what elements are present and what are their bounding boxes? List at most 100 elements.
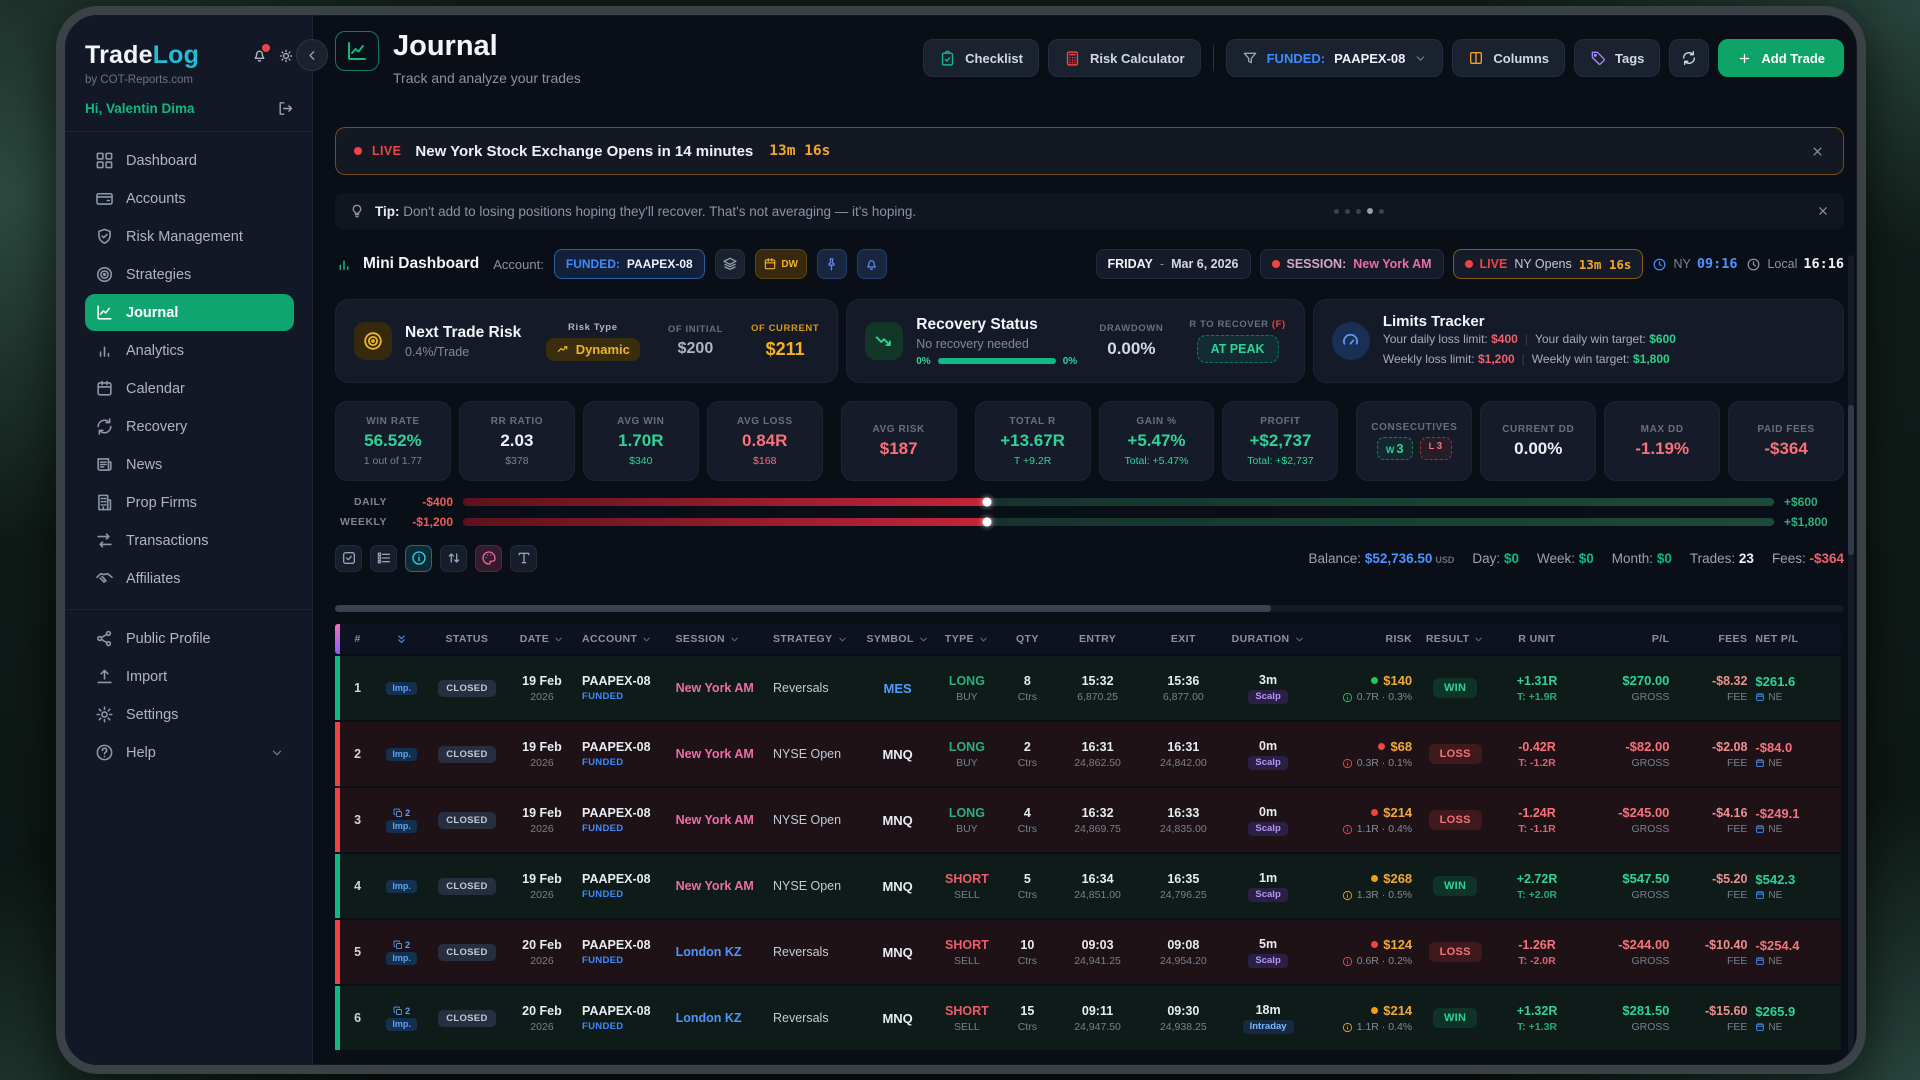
sortud-button[interactable] xyxy=(440,545,467,572)
checklist-button[interactable]: Checklist xyxy=(923,39,1039,77)
scrollbar-thumb[interactable] xyxy=(335,605,1271,612)
column-header-exit[interactable]: EXIT xyxy=(1141,633,1225,645)
column-header-fees[interactable]: FEES xyxy=(1673,633,1751,645)
palette-button[interactable] xyxy=(475,545,502,572)
ny-opens-pill: LIVENY Opens13m 16s xyxy=(1453,249,1644,279)
risk-dot xyxy=(1371,809,1378,816)
theme-sun-icon[interactable] xyxy=(278,48,294,64)
cell: SHORTSELL xyxy=(933,1004,1001,1033)
cell: -1.24RT: -1.1R xyxy=(1494,806,1580,835)
cell: 6 xyxy=(340,1011,375,1025)
date-pill: FRIDAY-Mar 6, 2026 xyxy=(1096,249,1251,279)
tip-label: Tip: xyxy=(375,204,400,219)
sidebar-item-journal[interactable]: Journal xyxy=(85,294,294,331)
alerts-button[interactable] xyxy=(857,249,887,279)
vertical-scrollbar[interactable] xyxy=(1848,255,1854,1055)
sidebar-collapse-button[interactable] xyxy=(296,39,328,71)
risk-calculator-button[interactable]: Risk Calculator xyxy=(1048,39,1201,77)
trade-row[interactable]: 62Imp.CLOSED20 Feb2026PAAPEX-08FUNDEDLon… xyxy=(335,986,1841,1050)
logout-icon[interactable] xyxy=(277,100,294,117)
trade-row[interactable]: 1Imp.CLOSED19 Feb2026PAAPEX-08FUNDEDNew … xyxy=(335,656,1841,720)
sidebar-item-public-profile[interactable]: Public Profile xyxy=(85,620,294,657)
column-header-status[interactable]: STATUS xyxy=(428,633,506,645)
tip-pagination-dots[interactable] xyxy=(1334,208,1384,214)
sidebar-item-recovery[interactable]: Recovery xyxy=(85,408,294,445)
column-header-account[interactable]: ACCOUNT xyxy=(578,633,672,645)
sidebar-item-risk-management[interactable]: Risk Management xyxy=(85,218,294,255)
column-header-duration[interactable]: DURATION xyxy=(1225,633,1311,645)
daily-weekly-button[interactable]: DW xyxy=(755,249,807,279)
sidebar-item-transactions[interactable]: Transactions xyxy=(85,522,294,559)
column-header-r-unit[interactable]: R UNIT xyxy=(1494,633,1580,645)
tip-dot[interactable] xyxy=(1334,209,1339,214)
sidebar-item-settings[interactable]: Settings xyxy=(85,696,294,733)
account-badge[interactable]: FUNDED:PAAPEX-08 xyxy=(554,249,705,279)
columns-button[interactable]: Columns xyxy=(1452,39,1565,77)
cell: PAAPEX-08FUNDED xyxy=(578,806,672,834)
sidebar-item-news[interactable]: News xyxy=(85,446,294,483)
pin-button[interactable] xyxy=(817,249,847,279)
column-header-expand[interactable] xyxy=(375,633,428,646)
trade-row[interactable]: 52Imp.CLOSED20 Feb2026PAAPEX-08FUNDEDLon… xyxy=(335,920,1841,984)
column-header-symbol[interactable]: SYMBOL xyxy=(862,633,932,645)
tip-dot[interactable] xyxy=(1367,208,1373,214)
sidebar-item-label: Public Profile xyxy=(126,631,211,647)
trade-row[interactable]: 32Imp.CLOSED19 Feb2026PAAPEX-08FUNDEDNew… xyxy=(335,788,1841,852)
trade-row[interactable]: 2Imp.CLOSED19 Feb2026PAAPEX-08FUNDEDNew … xyxy=(335,722,1841,786)
textsize-button[interactable] xyxy=(510,545,537,572)
tags-button[interactable]: Tags xyxy=(1574,39,1660,77)
page-subtitle: Track and analyze your trades xyxy=(393,70,581,86)
risk-type-badge[interactable]: Dynamic xyxy=(546,338,640,361)
tip-dot[interactable] xyxy=(1345,209,1350,214)
sidebar-item-help[interactable]: Help xyxy=(85,734,294,771)
refresh-button[interactable] xyxy=(1669,39,1709,77)
share-icon xyxy=(95,629,114,648)
user-greeting: Hi, Valentin Dima xyxy=(85,101,195,116)
cell: 09:0324,941.25 xyxy=(1054,938,1142,967)
checksq-button[interactable] xyxy=(335,545,362,572)
sidebar-item-accounts[interactable]: Accounts xyxy=(85,180,294,217)
sidebar-item-strategies[interactable]: Strategies xyxy=(85,256,294,293)
shield-icon xyxy=(95,227,114,246)
column-header-#[interactable]: # xyxy=(340,633,375,645)
column-header-strategy[interactable]: STRATEGY xyxy=(769,633,863,645)
layers-button[interactable] xyxy=(715,249,745,279)
horizontal-scrollbar[interactable] xyxy=(335,605,1844,612)
sidebar-item-prop-firms[interactable]: Prop Firms xyxy=(85,484,294,521)
column-header-qty[interactable]: QTY xyxy=(1001,633,1054,645)
notifications-bell-icon[interactable] xyxy=(251,47,268,64)
duration-badge: Scalp xyxy=(1248,756,1287,770)
listcfg-button[interactable] xyxy=(370,545,397,572)
session-pill: SESSION:New York AM xyxy=(1260,249,1444,279)
column-header-session[interactable]: SESSION xyxy=(672,633,769,645)
trend-down-icon xyxy=(865,322,903,360)
cell: Reversals xyxy=(769,945,863,959)
row-result-indicator xyxy=(335,722,340,786)
column-header-net-p-l[interactable]: NET P/L xyxy=(1751,633,1841,645)
close-icon[interactable] xyxy=(1810,144,1825,159)
sidebar-item-dashboard[interactable]: Dashboard xyxy=(85,142,294,179)
cell: -$254.4NE xyxy=(1751,938,1841,967)
building-icon xyxy=(95,493,114,512)
trade-row[interactable]: 4Imp.CLOSED19 Feb2026PAAPEX-08FUNDEDNew … xyxy=(335,854,1841,918)
target-icon xyxy=(362,330,384,352)
add-trade-button[interactable]: Add Trade xyxy=(1718,39,1844,77)
account-filter-button[interactable]: FUNDED:PAAPEX-08 xyxy=(1226,39,1444,77)
info-button[interactable] xyxy=(405,545,432,572)
sidebar-item-import[interactable]: Import xyxy=(85,658,294,695)
scrollbar-thumb[interactable] xyxy=(1848,405,1854,555)
column-header-p-l[interactable]: P/L xyxy=(1580,633,1674,645)
sidebar-item-affiliates[interactable]: Affiliates xyxy=(85,560,294,597)
sidebar-item-calendar[interactable]: Calendar xyxy=(85,370,294,407)
column-header-type[interactable]: TYPE xyxy=(933,633,1001,645)
tip-dot[interactable] xyxy=(1356,209,1361,214)
tip-dot[interactable] xyxy=(1379,209,1384,214)
cell: 1 xyxy=(340,681,375,695)
column-header-risk[interactable]: RISK xyxy=(1311,633,1416,645)
calendar-icon xyxy=(1755,692,1765,702)
close-icon[interactable] xyxy=(1816,204,1830,218)
sidebar-item-analytics[interactable]: Analytics xyxy=(85,332,294,369)
column-header-date[interactable]: DATE xyxy=(506,633,578,645)
column-header-result[interactable]: RESULT xyxy=(1416,633,1494,645)
column-header-entry[interactable]: ENTRY xyxy=(1054,633,1142,645)
